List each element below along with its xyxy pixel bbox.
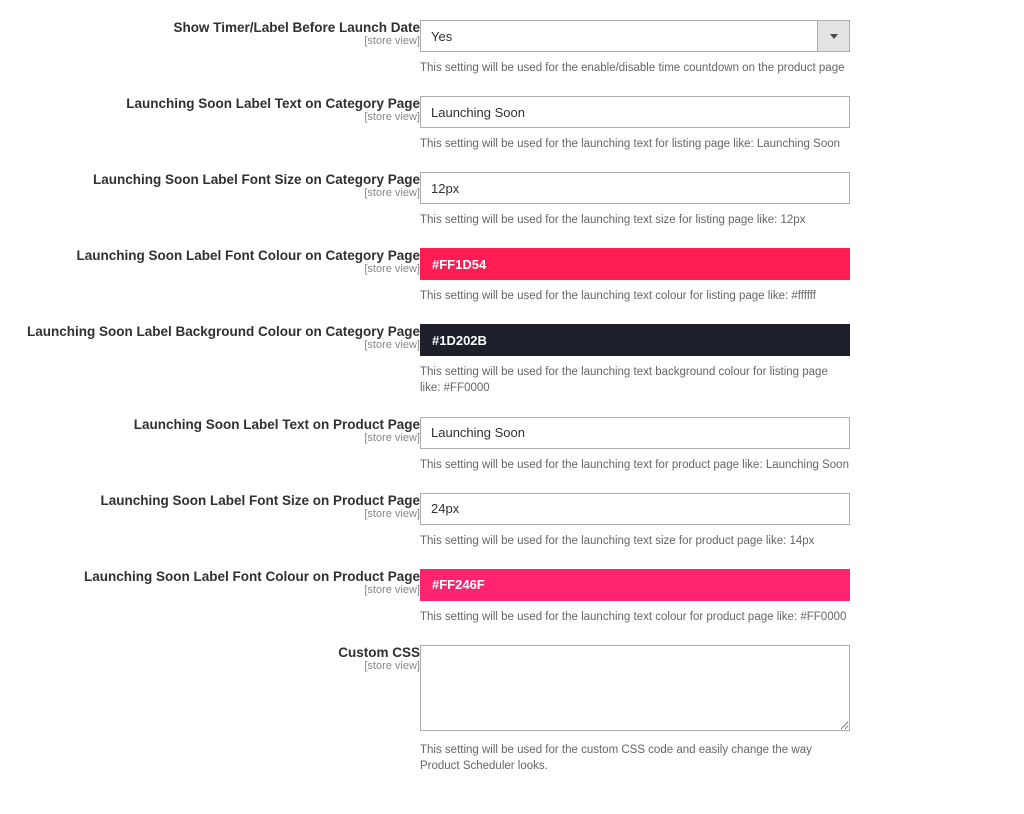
control-cell: This setting will be used for the launch… [420, 172, 1024, 248]
color-value: #FF246F [432, 577, 485, 592]
show_timer-select[interactable]: Yes [420, 20, 850, 52]
label-cell: Launching Soon Label Font Colour on Cate… [0, 248, 420, 324]
label-cell: Custom CSS[store view] [0, 645, 420, 794]
color-value: #FF1D54 [432, 257, 486, 272]
cat_label_text-input[interactable] [420, 96, 850, 128]
control-cell: #FF1D54 This setting will be used for the… [420, 248, 1024, 324]
label-cell: Launching Soon Label Background Colour o… [0, 324, 420, 416]
label-cell: Launching Soon Label Font Size on Catego… [0, 172, 420, 248]
help-text: This setting will be used for the launch… [420, 609, 850, 625]
field-row-show_timer: Show Timer/Label Before Launch Date[stor… [0, 20, 1024, 96]
field-label: Launching Soon Label Font Size on Produc… [0, 493, 420, 508]
field-label: Launching Soon Label Font Colour on Prod… [0, 569, 420, 584]
field-row-prod_font_size: Launching Soon Label Font Size on Produc… [0, 493, 1024, 569]
control-cell: This setting will be used for the launch… [420, 96, 1024, 172]
chevron-down-icon [817, 21, 849, 51]
field-row-cat_font_size: Launching Soon Label Font Size on Catego… [0, 172, 1024, 248]
label-cell: Launching Soon Label Font Colour on Prod… [0, 569, 420, 645]
label-cell: Show Timer/Label Before Launch Date[stor… [0, 20, 420, 96]
field-label: Show Timer/Label Before Launch Date [0, 20, 420, 35]
scope-label: [store view] [0, 584, 420, 597]
scope-label: [store view] [0, 263, 420, 276]
field-row-prod_font_color: Launching Soon Label Font Colour on Prod… [0, 569, 1024, 645]
prod_font_color-color-picker[interactable]: #FF246F [420, 569, 850, 601]
select-value: Yes [421, 29, 817, 44]
field-label: Launching Soon Label Background Colour o… [0, 324, 420, 339]
help-text: This setting will be used for the launch… [420, 364, 850, 396]
cat_font_size-input[interactable] [420, 172, 850, 204]
field-label: Launching Soon Label Text on Category Pa… [0, 96, 420, 111]
field-label: Custom CSS [0, 645, 420, 660]
custom_css-textarea[interactable] [420, 645, 850, 731]
scope-label: [store view] [0, 508, 420, 521]
scope-label: [store view] [0, 432, 420, 445]
field-label: Launching Soon Label Font Size on Catego… [0, 172, 420, 187]
help-text: This setting will be used for the custom… [420, 742, 850, 774]
scope-label: [store view] [0, 187, 420, 200]
scope-label: [store view] [0, 35, 420, 48]
field-label: Launching Soon Label Text on Product Pag… [0, 417, 420, 432]
field-row-cat_font_color: Launching Soon Label Font Colour on Cate… [0, 248, 1024, 324]
field-label: Launching Soon Label Font Colour on Cate… [0, 248, 420, 263]
help-text: This setting will be used for the launch… [420, 288, 850, 304]
control-cell: This setting will be used for the launch… [420, 493, 1024, 569]
control-cell: #1D202B This setting will be used for the… [420, 324, 1024, 416]
control-cell: Yes This setting will be used for the ena… [420, 20, 1024, 96]
cat_font_color-color-picker[interactable]: #FF1D54 [420, 248, 850, 280]
label-cell: Launching Soon Label Font Size on Produc… [0, 493, 420, 569]
control-cell: This setting will be used for the custom… [420, 645, 1024, 794]
config-form: Show Timer/Label Before Launch Date[stor… [0, 20, 1024, 794]
control-cell: This setting will be used for the launch… [420, 417, 1024, 493]
help-text: This setting will be used for the launch… [420, 457, 850, 473]
label-cell: Launching Soon Label Text on Category Pa… [0, 96, 420, 172]
scope-label: [store view] [0, 660, 420, 673]
color-value: #1D202B [432, 333, 487, 348]
control-cell: #FF246F This setting will be used for the… [420, 569, 1024, 645]
help-text: This setting will be used for the enable… [420, 60, 850, 76]
field-row-custom_css: Custom CSS[store view]This setting will … [0, 645, 1024, 794]
help-text: This setting will be used for the launch… [420, 212, 850, 228]
prod_font_size-input[interactable] [420, 493, 850, 525]
help-text: This setting will be used for the launch… [420, 136, 850, 152]
help-text: This setting will be used for the launch… [420, 533, 850, 549]
cat_bg_color-color-picker[interactable]: #1D202B [420, 324, 850, 356]
prod_label_text-input[interactable] [420, 417, 850, 449]
scope-label: [store view] [0, 111, 420, 124]
field-row-prod_label_text: Launching Soon Label Text on Product Pag… [0, 417, 1024, 493]
field-row-cat_label_text: Launching Soon Label Text on Category Pa… [0, 96, 1024, 172]
field-row-cat_bg_color: Launching Soon Label Background Colour o… [0, 324, 1024, 416]
label-cell: Launching Soon Label Text on Product Pag… [0, 417, 420, 493]
scope-label: [store view] [0, 339, 420, 352]
